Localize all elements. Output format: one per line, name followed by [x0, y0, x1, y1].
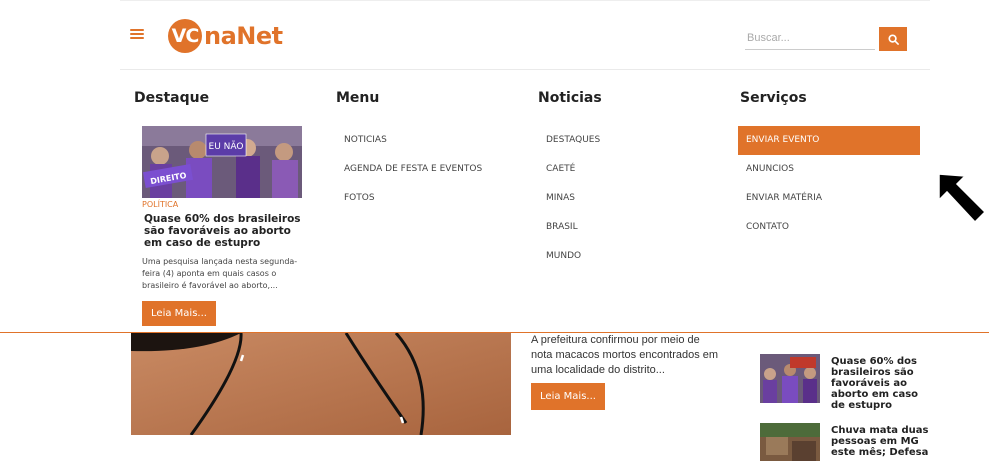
featured-excerpt: Uma pesquisa lançada nesta segunda-feira… [142, 257, 298, 290]
menu-heading: Menu [336, 90, 380, 106]
noticias-item-minas[interactable]: MINAS [538, 184, 720, 213]
menu-item-agenda[interactable]: AGENDA DE FESTA E EVENTOS [336, 155, 518, 184]
article-read-more-button[interactable]: Leia Mais... [531, 383, 605, 410]
noticias-item-caete[interactable]: CAETÉ [538, 155, 720, 184]
noticias-item-destaques[interactable]: DESTAQUES [538, 126, 720, 155]
featured-article-image[interactable]: EU NÃO DIREITO [142, 126, 302, 198]
hamburger-menu-icon[interactable] [130, 29, 144, 39]
menu-list: NOTICIAS AGENDA DE FESTA E EVENTOS FOTOS [336, 126, 518, 213]
featured-headline[interactable]: Quase 60% dos brasileiros são favoráveis… [144, 213, 304, 249]
servicos-item-contato[interactable]: CONTATO [738, 213, 920, 242]
sidebar-article-title[interactable]: Chuva mata duas pessoas em MG este mês; … [831, 425, 931, 458]
featured-category[interactable]: POLÍTICA [142, 200, 178, 209]
image-banner-text: EU NÃO [209, 141, 244, 152]
noticias-heading: Noticias [538, 90, 602, 106]
read-more-button[interactable]: Leia Mais... [142, 301, 216, 326]
menu-item-noticias[interactable]: NOTICIAS [336, 126, 518, 155]
site-logo[interactable]: VC naNet [168, 19, 283, 53]
servicos-list: ENVIAR EVENTO ANUNCIOS ENVIAR MATÉRIA CO… [738, 126, 920, 242]
sidebar-article[interactable]: Chuva mata duas pessoas em MG este mês; … [760, 423, 930, 461]
hero-article-image[interactable] [131, 333, 511, 435]
mega-menu-panel: Destaque EU NÃO DIREITO POLÍTICA Quase 6… [120, 70, 930, 332]
header-bar: VC naNet [120, 0, 930, 70]
noticias-item-mundo[interactable]: MUNDO [538, 242, 720, 271]
servicos-item-enviar-materia[interactable]: ENVIAR MATÉRIA [738, 184, 920, 213]
servicos-heading: Serviços [740, 90, 807, 106]
servicos-item-enviar-evento[interactable]: ENVIAR EVENTO [738, 126, 920, 155]
noticias-list: DESTAQUES CAETÉ MINAS BRASIL MUNDO [538, 126, 720, 271]
sidebar-article[interactable]: Quase 60% dos brasileiros são favoráveis… [760, 354, 930, 416]
search-icon [887, 33, 899, 45]
search-button[interactable] [879, 27, 907, 51]
menu-item-fotos[interactable]: FOTOS [336, 184, 518, 213]
logo-badge: VC [168, 19, 202, 53]
sidebar-article-title[interactable]: Quase 60% dos brasileiros são favoráveis… [831, 356, 931, 411]
logo-wordmark: naNet [204, 22, 283, 50]
sidebar-thumbnail[interactable] [760, 423, 820, 461]
mouse-cursor-icon [938, 173, 987, 224]
destaque-heading: Destaque [134, 90, 210, 106]
article-excerpt: A prefeitura confirmou por meio de nota … [531, 334, 719, 376]
noticias-item-brasil[interactable]: BRASIL [538, 213, 720, 242]
servicos-item-anuncios[interactable]: ANUNCIOS [738, 155, 920, 184]
sidebar-thumbnail[interactable] [760, 354, 820, 403]
search-input[interactable] [745, 26, 875, 50]
